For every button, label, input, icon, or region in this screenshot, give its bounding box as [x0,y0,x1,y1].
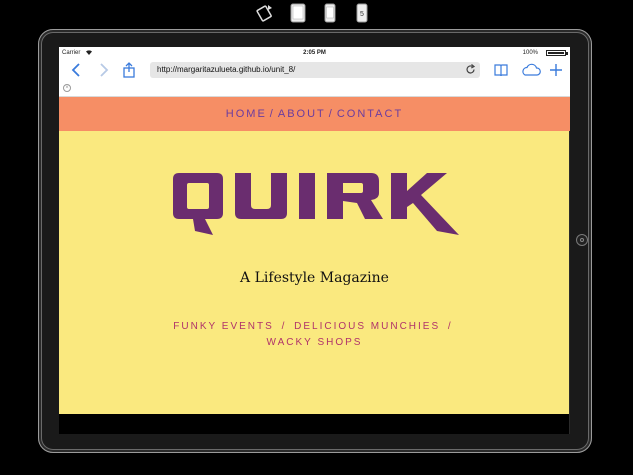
status-time: 2:05 PM [303,50,326,56]
address-bar[interactable]: http://margaritazulueta.github.io/unit_8… [150,62,480,78]
ipad-screen: Carrier 2:05 PM 100% http://margaritazul… [59,47,570,434]
status-bar: Carrier 2:05 PM 100% [59,47,570,59]
category-separator: / [281,321,287,332]
category-links: FUNKY EVENTS / DELICIOUS MUNCHIES / WACK… [59,319,570,351]
simulator-toolbar: 5 [255,3,375,23]
svg-text:5: 5 [360,11,364,18]
web-page: HOME / ABOUT / CONTACT A Lifestyle Magaz… [59,97,570,434]
category-funky-events[interactable]: FUNKY EVENTS [173,321,274,332]
scrollbar[interactable] [569,131,570,434]
quirk-logo [173,173,459,235]
share-icon[interactable] [121,62,137,78]
reload-icon[interactable] [464,63,477,76]
home-button[interactable] [576,234,588,246]
hero-section: A Lifestyle Magazine FUNKY EVENTS / DELI… [59,131,570,414]
small-phone-icon[interactable]: 5 [353,3,371,23]
forward-chevron-icon[interactable] [97,62,111,78]
nav-link-contact[interactable]: CONTACT [337,108,403,120]
back-chevron-icon[interactable] [69,62,83,78]
tab-strip: × [59,81,570,97]
nav-separator: / [328,108,334,120]
tagline: A Lifestyle Magazine [240,270,389,286]
battery-percent: 100% [522,50,538,56]
battery-icon [546,50,568,56]
safari-toolbar: http://margaritazulueta.github.io/unit_8… [59,59,570,81]
category-wacky-shops[interactable]: WACKY SHOPS [267,337,363,348]
rotate-device-icon[interactable] [255,3,273,23]
address-url[interactable]: http://margaritazulueta.github.io/unit_8… [157,65,295,74]
category-delicious-munchies[interactable]: DELICIOUS MUNCHIES [294,321,440,332]
icloud-tabs-icon[interactable] [520,62,542,78]
phone-icon[interactable] [321,3,339,23]
close-tab-icon[interactable]: × [63,84,71,92]
category-separator: / [447,321,453,332]
reader-book-icon[interactable] [493,62,509,78]
site-nav-links: HOME / ABOUT / CONTACT [59,108,570,120]
tablet-icon[interactable] [289,3,307,23]
site-navbar: HOME / ABOUT / CONTACT [59,97,570,131]
nav-link-home[interactable]: HOME [226,108,267,120]
plus-icon[interactable] [548,62,564,78]
nav-separator: / [269,108,275,120]
nav-link-about[interactable]: ABOUT [278,108,326,120]
